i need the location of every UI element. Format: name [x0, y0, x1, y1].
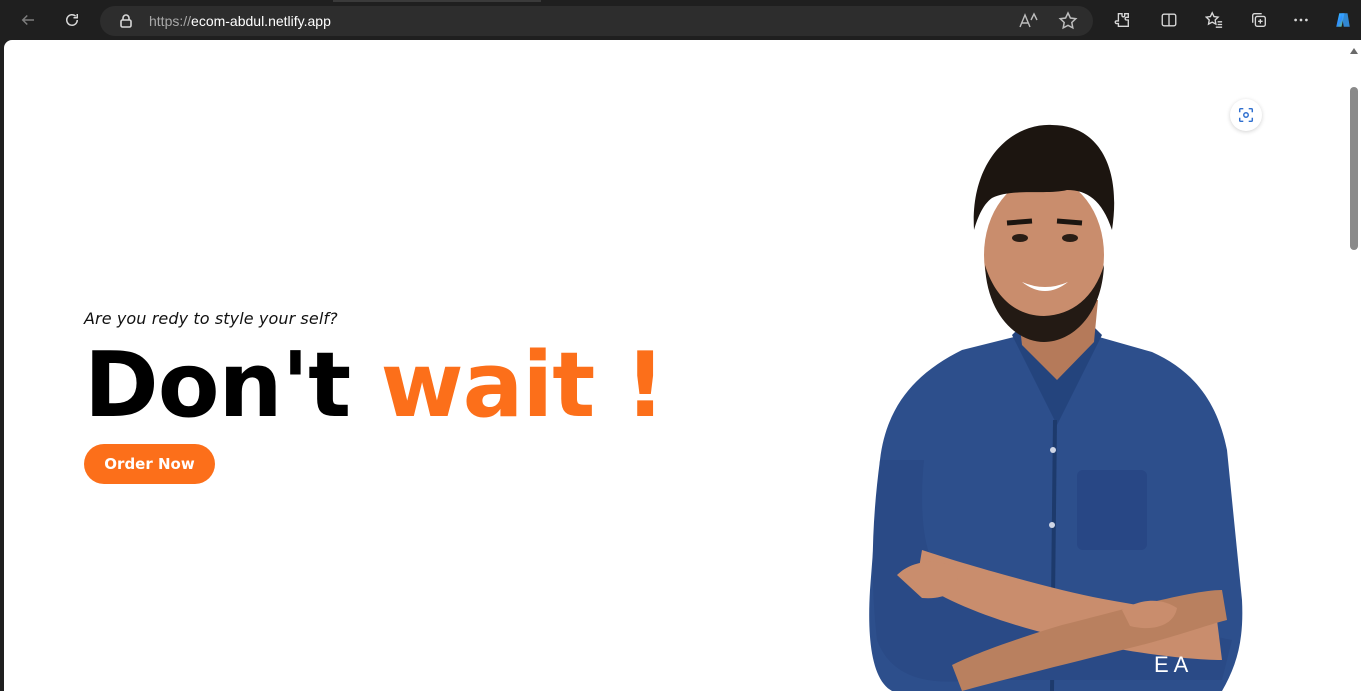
hero-subline: Are you redy to style your self?	[84, 309, 338, 328]
url-text[interactable]: https://ecom-abdul.netlify.app	[149, 13, 331, 29]
corner-overlay-text: E A	[1154, 652, 1189, 677]
page-viewport: Are you redy to style your self? Don't w…	[4, 40, 1361, 691]
lock-icon[interactable]	[118, 13, 134, 29]
scroll-up-arrow-icon[interactable]	[1350, 48, 1358, 54]
headline-main: Don't	[84, 333, 381, 438]
active-tab-edge	[333, 0, 541, 2]
refresh-icon[interactable]	[60, 8, 84, 32]
scroll-thumb[interactable]	[1350, 87, 1358, 250]
back-icon[interactable]	[16, 8, 40, 32]
hero-text: Are you redy to style your self? Don't w…	[84, 309, 666, 438]
collections-icon[interactable]	[1247, 8, 1271, 32]
favorites-icon[interactable]	[1202, 8, 1226, 32]
split-screen-icon[interactable]	[1157, 8, 1181, 32]
page-scrollbar[interactable]	[1347, 40, 1361, 691]
browser-toolbar: https://ecom-abdul.netlify.app	[0, 0, 1361, 40]
address-bar[interactable]: https://ecom-abdul.netlify.app	[100, 6, 1093, 36]
extensions-icon[interactable]	[1110, 8, 1134, 32]
hero-headline: Don't wait !	[84, 333, 666, 438]
order-now-button[interactable]: Order Now	[84, 444, 215, 484]
more-icon[interactable]	[1289, 8, 1313, 32]
favorite-star-icon[interactable]	[1058, 11, 1078, 31]
headline-accent: wait !	[380, 333, 666, 438]
copilot-icon[interactable]	[1331, 8, 1355, 32]
read-aloud-icon[interactable]	[1018, 12, 1038, 30]
hero-person-image	[869, 124, 1243, 691]
